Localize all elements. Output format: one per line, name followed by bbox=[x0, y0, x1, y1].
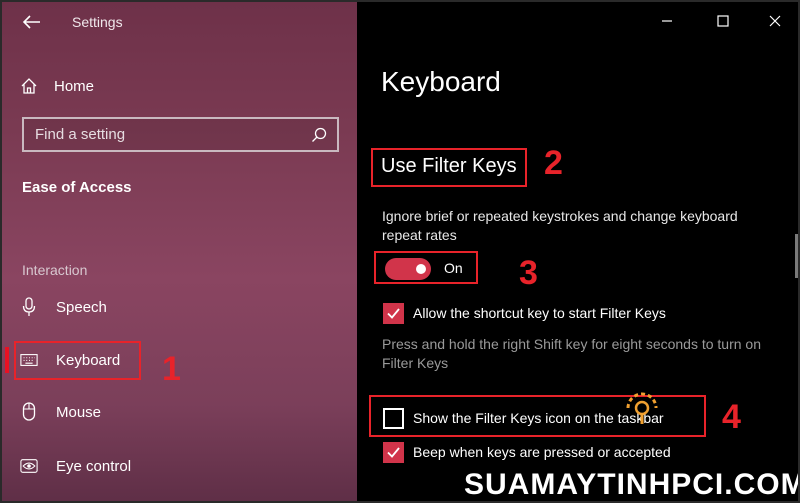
group-label: Interaction bbox=[22, 262, 88, 278]
nav-home-label: Home bbox=[54, 77, 95, 95]
sidebar: Settings Home Ease of Access Interaction bbox=[2, 2, 357, 501]
mouse-icon bbox=[20, 402, 38, 422]
sidebar-item-eye-control[interactable]: Eye control bbox=[20, 451, 340, 481]
search-box[interactable] bbox=[22, 117, 339, 152]
app-title: Settings bbox=[72, 14, 123, 30]
annotation-number-1: 1 bbox=[162, 350, 181, 388]
home-icon bbox=[21, 78, 37, 94]
selected-indicator bbox=[5, 347, 9, 373]
beep-label[interactable]: Beep when keys are pressed or accepted bbox=[413, 444, 671, 460]
microphone-icon bbox=[20, 297, 38, 317]
maximize-button[interactable] bbox=[712, 10, 734, 32]
minimize-icon bbox=[662, 20, 672, 22]
back-button[interactable] bbox=[20, 12, 44, 32]
annotation-box-keyboard bbox=[14, 341, 141, 380]
annotation-box-heading bbox=[371, 148, 527, 187]
settings-window: Settings Home Ease of Access Interaction bbox=[0, 0, 800, 503]
filter-keys-description: Ignore brief or repeated keystrokes and … bbox=[382, 208, 738, 243]
annotation-number-2: 2 bbox=[544, 144, 563, 182]
watermark-text: SUAMAYTINHPCI.COM bbox=[464, 468, 800, 501]
checkmark-icon bbox=[387, 308, 400, 319]
maximize-icon bbox=[717, 15, 729, 27]
sidebar-item-label: Speech bbox=[56, 298, 107, 316]
annotation-number-4: 4 bbox=[722, 398, 741, 436]
watermark-logo-icon bbox=[626, 392, 658, 424]
beep-checkbox[interactable] bbox=[383, 442, 404, 463]
close-icon bbox=[769, 15, 781, 27]
close-button[interactable] bbox=[764, 10, 786, 32]
shortcut-key-note: Press and hold the right Shift key for e… bbox=[382, 336, 761, 371]
section-title: Ease of Access bbox=[22, 179, 132, 196]
minimize-button[interactable] bbox=[656, 10, 678, 32]
nav-home[interactable]: Home bbox=[20, 74, 320, 98]
sidebar-item-label: Mouse bbox=[56, 403, 102, 421]
shortcut-key-label[interactable]: Allow the shortcut key to start Filter K… bbox=[413, 305, 666, 321]
checkmark-icon bbox=[387, 447, 400, 458]
sidebar-item-label: Eye control bbox=[56, 457, 132, 475]
sidebar-item-speech[interactable]: Speech bbox=[20, 292, 340, 322]
search-input[interactable] bbox=[35, 126, 305, 143]
search-icon[interactable] bbox=[310, 126, 328, 144]
back-arrow-icon bbox=[22, 15, 40, 29]
scrollbar[interactable] bbox=[795, 234, 798, 278]
annotation-number-3: 3 bbox=[519, 254, 538, 292]
eye-icon bbox=[20, 458, 38, 474]
annotation-box-toggle bbox=[374, 251, 478, 284]
page-title: Keyboard bbox=[381, 66, 501, 97]
sidebar-item-mouse[interactable]: Mouse bbox=[20, 397, 340, 427]
shortcut-key-checkbox[interactable] bbox=[383, 303, 404, 324]
